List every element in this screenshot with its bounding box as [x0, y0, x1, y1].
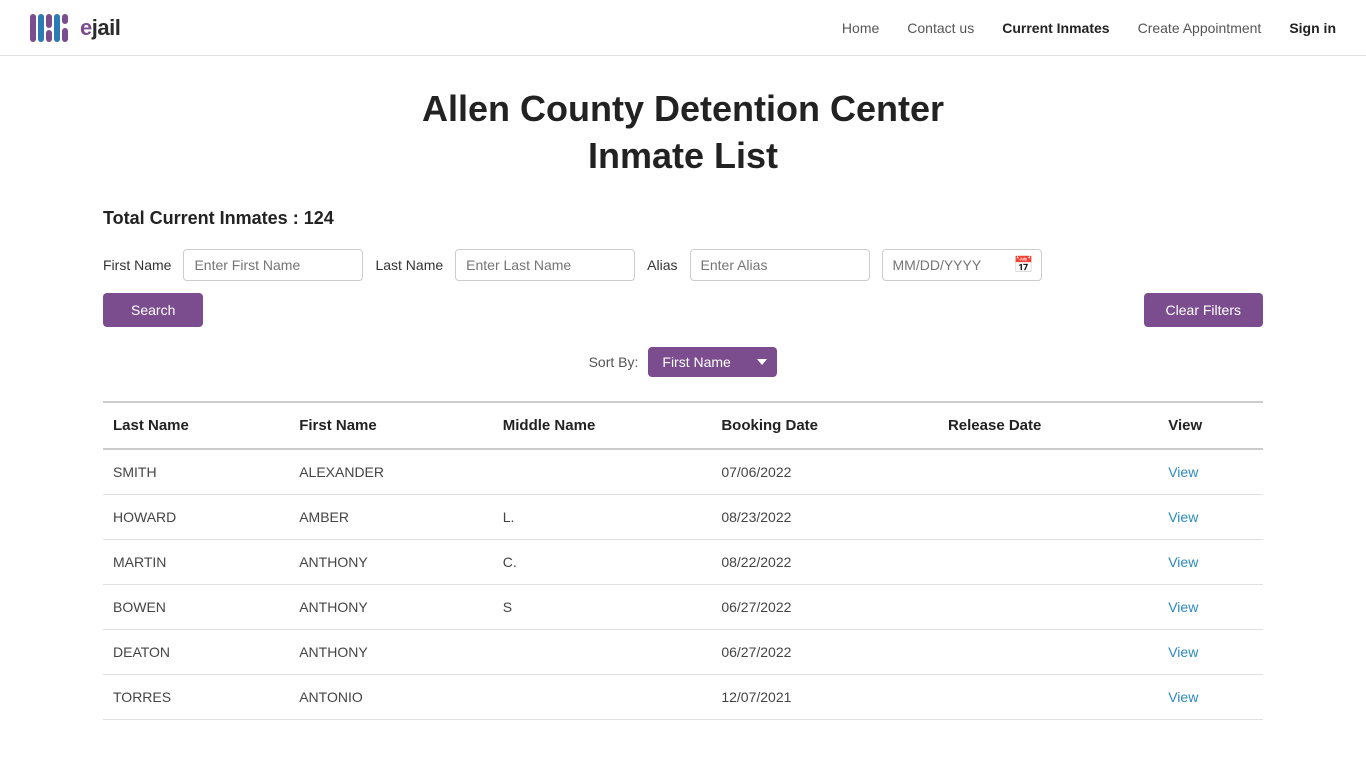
nav-contact[interactable]: Contact us	[907, 20, 974, 36]
cell-booking-date: 06/27/2022	[711, 584, 938, 629]
search-button[interactable]: Search	[103, 293, 203, 327]
cell-release-date	[938, 494, 1158, 539]
cell-view[interactable]: View	[1158, 629, 1263, 674]
table-row: HOWARD AMBER L. 08/23/2022 View	[103, 494, 1263, 539]
cell-first-name: ANTHONY	[289, 539, 493, 584]
cell-booking-date: 08/23/2022	[711, 494, 938, 539]
cell-booking-date: 06/27/2022	[711, 629, 938, 674]
navbar: ejail Home Contact us Current Inmates Cr…	[0, 0, 1366, 56]
first-name-label: First Name	[103, 257, 171, 273]
total-count: Total Current Inmates : 124	[103, 208, 1263, 229]
view-link[interactable]: View	[1168, 509, 1198, 525]
table-header: Last Name First Name Middle Name Booking…	[103, 402, 1263, 449]
table-body: SMITH ALEXANDER 07/06/2022 View HOWARD A…	[103, 449, 1263, 720]
cell-last-name: SMITH	[103, 449, 289, 495]
view-link[interactable]: View	[1168, 599, 1198, 615]
view-link[interactable]: View	[1168, 689, 1198, 705]
cell-first-name: ANTHONY	[289, 629, 493, 674]
cell-first-name: ANTHONY	[289, 584, 493, 629]
cell-last-name: HOWARD	[103, 494, 289, 539]
col-middle-name: Middle Name	[493, 402, 712, 449]
page-title: Allen County Detention Center Inmate Lis…	[103, 86, 1263, 180]
cell-middle-name	[493, 629, 712, 674]
cell-view[interactable]: View	[1158, 674, 1263, 719]
cell-view[interactable]: View	[1158, 449, 1263, 495]
table-row: DEATON ANTHONY 06/27/2022 View	[103, 629, 1263, 674]
cell-last-name: TORRES	[103, 674, 289, 719]
col-view: View	[1158, 402, 1263, 449]
cell-release-date	[938, 629, 1158, 674]
table-row: SMITH ALEXANDER 07/06/2022 View	[103, 449, 1263, 495]
cell-view[interactable]: View	[1158, 584, 1263, 629]
sort-by-label: Sort By:	[589, 354, 639, 370]
filter-row: First Name Last Name Alias 📅	[103, 249, 1263, 281]
sort-row: Sort By: First Name Last Name Booking Da…	[103, 347, 1263, 377]
cell-middle-name: S	[493, 584, 712, 629]
nav-current-inmates[interactable]: Current Inmates	[1002, 20, 1109, 36]
brand-logo[interactable]: ejail	[30, 10, 120, 46]
cell-first-name: AMBER	[289, 494, 493, 539]
main-content: Allen County Detention Center Inmate Lis…	[83, 56, 1283, 770]
last-name-label: Last Name	[375, 257, 443, 273]
table-row: MARTIN ANTHONY C. 08/22/2022 View	[103, 539, 1263, 584]
cell-last-name: DEATON	[103, 629, 289, 674]
nav-home[interactable]: Home	[842, 20, 879, 36]
clear-filters-button[interactable]: Clear Filters	[1144, 293, 1263, 327]
cell-last-name: BOWEN	[103, 584, 289, 629]
page-title-block: Allen County Detention Center Inmate Lis…	[103, 86, 1263, 180]
cell-release-date	[938, 584, 1158, 629]
col-last-name: Last Name	[103, 402, 289, 449]
inmate-table: Last Name First Name Middle Name Booking…	[103, 401, 1263, 720]
cell-middle-name	[493, 449, 712, 495]
cell-last-name: MARTIN	[103, 539, 289, 584]
date-input-wrap: 📅	[882, 249, 1042, 281]
table-row: TORRES ANTONIO 12/07/2021 View	[103, 674, 1263, 719]
view-link[interactable]: View	[1168, 464, 1198, 480]
button-row: Search Clear Filters	[103, 293, 1263, 327]
view-link[interactable]: View	[1168, 644, 1198, 660]
nav-links: Home Contact us Current Inmates Create A…	[842, 20, 1336, 36]
col-booking-date: Booking Date	[711, 402, 938, 449]
brand-name: ejail	[80, 15, 120, 41]
nav-create-appointment[interactable]: Create Appointment	[1138, 20, 1262, 36]
sort-dropdown[interactable]: First Name Last Name Booking Date Releas…	[648, 347, 777, 377]
cell-release-date	[938, 449, 1158, 495]
cell-middle-name	[493, 674, 712, 719]
table-row: BOWEN ANTHONY S 06/27/2022 View	[103, 584, 1263, 629]
view-link[interactable]: View	[1168, 554, 1198, 570]
alias-input[interactable]	[690, 249, 870, 281]
logo-svg	[30, 10, 74, 46]
first-name-input[interactable]	[183, 249, 363, 281]
cell-release-date	[938, 539, 1158, 584]
nav-sign-in[interactable]: Sign in	[1289, 20, 1336, 36]
cell-view[interactable]: View	[1158, 539, 1263, 584]
col-release-date: Release Date	[938, 402, 1158, 449]
cell-first-name: ALEXANDER	[289, 449, 493, 495]
cell-middle-name: L.	[493, 494, 712, 539]
cell-booking-date: 12/07/2021	[711, 674, 938, 719]
col-first-name: First Name	[289, 402, 493, 449]
last-name-input[interactable]	[455, 249, 635, 281]
cell-first-name: ANTONIO	[289, 674, 493, 719]
cell-middle-name: C.	[493, 539, 712, 584]
cell-view[interactable]: View	[1158, 494, 1263, 539]
cell-booking-date: 07/06/2022	[711, 449, 938, 495]
cell-release-date	[938, 674, 1158, 719]
cell-booking-date: 08/22/2022	[711, 539, 938, 584]
calendar-icon[interactable]: 📅	[1014, 255, 1034, 275]
alias-label: Alias	[647, 257, 677, 273]
